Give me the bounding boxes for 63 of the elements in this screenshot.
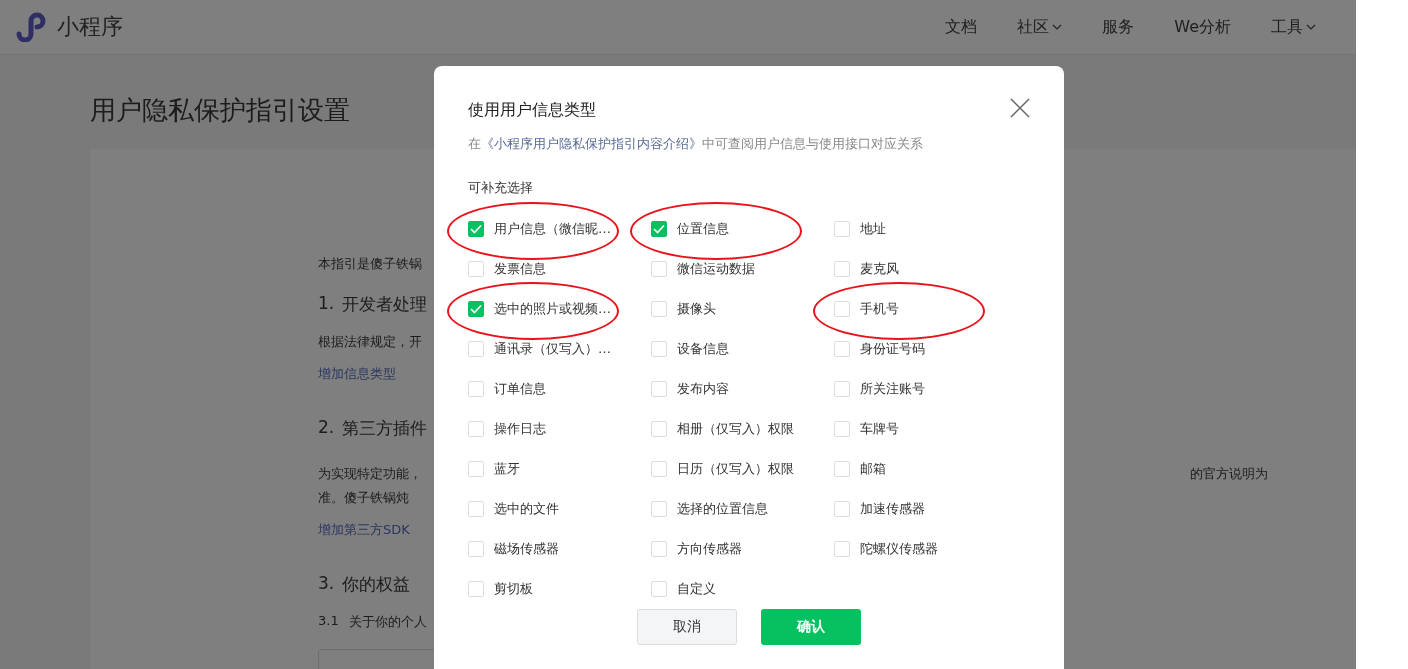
paragraph: 根据法律规定，开 — [318, 333, 422, 351]
cancel-button[interactable]: 取消 — [637, 609, 737, 645]
page-title: 用户隐私保护指引设置 — [90, 94, 350, 127]
section-heading: 你的权益 — [342, 573, 411, 596]
option-label: 麦克风 — [860, 260, 899, 278]
subsection-heading: 关于你的个人 — [348, 613, 427, 631]
nav-link[interactable]: 文档 — [945, 16, 978, 38]
dialog-title: 使用用户信息类型 — [468, 100, 596, 121]
option-label: 所关注账号 — [860, 380, 925, 398]
add-link[interactable]: 增加信息类型 — [318, 366, 396, 381]
paragraph: 为实现特定功能， — [318, 465, 422, 483]
confirm-button[interactable]: 确认 — [761, 609, 861, 645]
option-label: 订单信息 — [494, 380, 546, 398]
option-label: 位置信息 — [677, 220, 729, 238]
option-label: 选中的照片或视频… — [494, 300, 611, 318]
option-label: 自定义 — [677, 580, 716, 598]
add-link[interactable]: 增加第三方SDK — [318, 522, 410, 537]
brand-name: 小程序 — [57, 13, 123, 41]
guide-link[interactable]: 《小程序用户隐私保护指引内容介绍》 — [481, 136, 702, 151]
option-label: 选中的文件 — [494, 500, 559, 518]
paragraph: 本指引是傻子铁锅 — [318, 255, 422, 273]
checkbox[interactable] — [468, 221, 484, 237]
chevron-icon — [1052, 24, 1063, 30]
option-label: 相册（仅写入）权限 — [677, 420, 794, 438]
option-label: 通讯录（仅写入）… — [494, 340, 611, 358]
nav-link[interactable]: 服务 — [1102, 16, 1135, 38]
checkbox[interactable] — [651, 221, 667, 237]
section-number: 3.1 — [318, 613, 339, 630]
option-label: 操作日志 — [494, 420, 546, 438]
option-label: 邮箱 — [860, 460, 886, 478]
section-heading: 开发者处理 — [342, 293, 428, 316]
section-number: 1. — [318, 293, 335, 315]
option-label: 选择的位置信息 — [677, 500, 768, 518]
option-label: 发布内容 — [677, 380, 729, 398]
option-label: 剪切板 — [494, 580, 533, 598]
option-label: 蓝牙 — [494, 460, 520, 478]
option-label: 发票信息 — [494, 260, 546, 278]
option-label: 用户信息（微信昵… — [494, 220, 611, 238]
nav-link[interactable]: 社区 — [1017, 16, 1063, 38]
option-label: 方向传感器 — [677, 540, 742, 558]
paragraph: 准。傻子铁锅炖 — [318, 489, 409, 507]
section-heading: 第三方插件 — [342, 417, 428, 440]
intro-text: 在《小程序用户隐私保护指引内容介绍》中可查阅用户信息与使用接口对应关系 — [468, 135, 923, 153]
section-number: 2. — [318, 417, 335, 439]
option-label: 加速传感器 — [860, 500, 925, 518]
section-number: 3. — [318, 573, 335, 595]
nav-link[interactable]: 工具 — [1271, 16, 1316, 38]
section-label: 可补充选择 — [468, 179, 533, 197]
option-label: 地址 — [860, 220, 886, 238]
chevron-icon — [1306, 24, 1316, 30]
option-label: 微信运动数据 — [677, 260, 755, 278]
option-label: 陀螺仪传感器 — [860, 540, 938, 558]
option-label: 设备信息 — [677, 340, 729, 358]
checkbox[interactable] — [468, 301, 484, 317]
option-label: 身份证号码 — [860, 340, 925, 358]
option-label: 日历（仅写入）权限 — [677, 460, 794, 478]
paragraph: 的官方说明为 — [1190, 465, 1268, 483]
option-label: 手机号 — [860, 300, 899, 318]
close-icon[interactable] — [1010, 97, 1030, 118]
option-label: 磁场传感器 — [494, 540, 559, 558]
option-label: 车牌号 — [860, 420, 899, 438]
nav-link[interactable]: We分析 — [1174, 16, 1231, 38]
option-label: 摄像头 — [677, 300, 716, 318]
